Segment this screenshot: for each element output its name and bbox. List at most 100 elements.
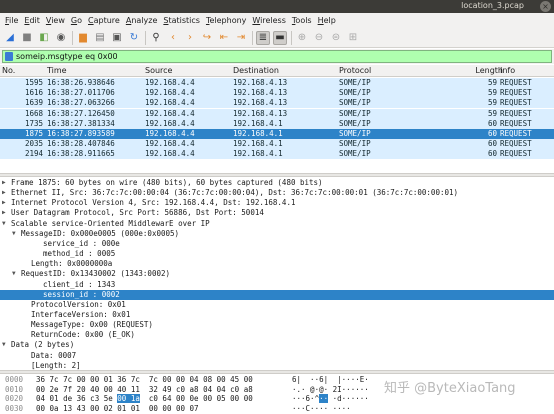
bytes-hex[interactable]: 00 2e 7f 20 40 00 40 11 32 49 c0 a8 04 0… (36, 385, 253, 394)
menu-view[interactable]: View (44, 16, 69, 25)
go-to-packet-icon[interactable]: ↪ (200, 31, 214, 45)
detail-tree-row[interactable]: session_id : 0002 (0, 289, 554, 300)
detail-tree-row[interactable]: method_id : 0005 (0, 249, 554, 259)
zoom-in-icon[interactable]: ⊕ (295, 31, 309, 45)
toolbar-separator (145, 30, 146, 45)
detail-tree-row[interactable]: ▶ Ethernet II, Src: 36:7c:7c:00:00:04 (36… (0, 188, 554, 198)
expand-down-icon[interactable]: ▼ (2, 340, 6, 350)
colorize-icon[interactable]: ▬ (273, 30, 287, 45)
detail-tree-row[interactable]: client_id : 1343 (0, 280, 554, 290)
menu-go[interactable]: Go (69, 16, 86, 25)
menu-wireless[interactable]: Wireless (250, 16, 289, 25)
packet-details-tree[interactable]: ▶ Frame 1875: 60 bytes on wire (480 bits)… (0, 177, 554, 370)
menu-statistics[interactable]: Statistics (161, 16, 204, 25)
restart-capture-icon[interactable]: ◧ (37, 31, 51, 45)
menu-file[interactable]: File (3, 16, 22, 25)
go-forward-icon[interactable]: › (183, 31, 197, 45)
collapse-right-icon[interactable]: ▶ (2, 208, 6, 218)
expand-down-icon[interactable]: ▼ (12, 229, 16, 239)
packet-cell-len: 59 (487, 98, 497, 108)
detail-tree-row[interactable]: ▼ Data (2 bytes) (0, 340, 554, 350)
menu-help[interactable]: Help (316, 16, 340, 25)
bytes-row: 0030 00 0a 13 43 00 02 01 01 00 00 00 07 ·… (0, 404, 554, 413)
detail-tree-row[interactable]: ▶ User Datagram Protocol, Src Port: 56886… (0, 208, 554, 218)
detail-tree-row[interactable]: ▼ MessageID: 0x000e0005 (000e:0x0005) (0, 229, 554, 239)
packet-row[interactable]: 1875 16:38:27.893589 192.168.4.4 192.168.4.… (0, 129, 554, 139)
find-packet-icon[interactable]: ⚲ (149, 31, 163, 45)
packet-cell-info: REQUEST (500, 98, 532, 108)
menu-capture[interactable]: Capture (86, 16, 124, 25)
packet-row[interactable]: 2194 16:38:28.911665 192.168.4.4 192.168.4.… (0, 149, 554, 160)
go-back-icon[interactable]: ‹ (166, 31, 180, 45)
packet-cell-no: 1735 (24, 118, 43, 128)
detail-tree-row[interactable]: ReturnCode: 0x00 (E_OK) (0, 330, 554, 340)
menu-telephony[interactable]: Telephony (204, 16, 250, 25)
display-filter-input[interactable]: someip.msgtype eq 0x00 (2, 50, 552, 63)
packet-row[interactable]: 1616 16:38:27.011706 192.168.4.4 192.168.4.… (0, 88, 554, 99)
bytes-ascii[interactable]: 6| ··6| |····E· (292, 375, 369, 384)
collapse-right-icon[interactable]: ▶ (2, 198, 6, 208)
column-header-source[interactable]: Source (145, 65, 172, 77)
expand-down-icon[interactable]: ▼ (2, 219, 6, 229)
shark-fin-start-icon[interactable]: ◢ (3, 31, 17, 45)
detail-tree-row[interactable]: ProtocolVersion: 0x01 (0, 300, 554, 310)
packet-row[interactable]: 1668 16:38:27.126450 192.168.4.4 192.168.4.… (0, 108, 554, 119)
collapse-right-icon[interactable]: ▶ (2, 178, 6, 188)
detail-tree-label: Scalable service-Oriented MiddlewarE ove… (11, 218, 210, 228)
save-file-icon[interactable]: ▤ (93, 31, 107, 45)
zoom-reset-icon[interactable]: ⊜ (329, 31, 343, 45)
bytes-ascii[interactable]: ···C···· ···· (292, 404, 351, 413)
reload-file-icon[interactable]: ↻ (127, 31, 141, 45)
menu-analyze[interactable]: Analyze (124, 16, 162, 25)
zoom-out-icon[interactable]: ⊖ (312, 31, 326, 45)
close-icon[interactable]: × (540, 1, 551, 12)
bytes-hex[interactable]: 04 01 de 36 c3 5e 00 1a c0 64 00 0e 00 0… (36, 394, 253, 403)
detail-tree-label: client_id : 1343 (43, 279, 116, 289)
detail-tree-row[interactable]: MessageType: 0x00 (REQUEST) (0, 320, 554, 330)
bytes-hex[interactable]: 00 0a 13 43 00 02 01 01 00 00 00 07 (36, 404, 199, 413)
detail-tree-row[interactable]: ▼ RequestID: 0x13430002 (1343:0002) (0, 269, 554, 279)
packet-cell-proto: SOME/IP (339, 108, 371, 118)
menu-bar: File Edit View Go Capture Analyze Statistics Te… (0, 13, 554, 28)
detail-tree-row[interactable]: Data: 0007 (0, 351, 554, 361)
detail-tree-row[interactable]: InterfaceVersion: 0x01 (0, 310, 554, 320)
packet-row[interactable]: 1595 16:38:26.938646 192.168.4.4 192.168.4.… (0, 78, 554, 88)
packet-cell-src: 192.168.4.4 (145, 88, 195, 98)
bytes-ascii-highlight[interactable]: ·· (319, 394, 329, 403)
packet-cell-proto: SOME/IP (339, 78, 371, 87)
menu-tools[interactable]: Tools (290, 16, 316, 25)
packet-row[interactable]: 1735 16:38:27.381334 192.168.4.4 192.168.4.… (0, 118, 554, 129)
display-filter-text[interactable]: someip.msgtype eq 0x00 (16, 51, 118, 63)
menu-edit[interactable]: Edit (22, 16, 44, 25)
detail-tree-row[interactable]: ▶ Internet Protocol Version 4, Src: 192.1… (0, 198, 554, 208)
detail-tree-row[interactable]: Length: 0x0000000a (0, 259, 554, 269)
bookmark-filter-icon[interactable] (5, 52, 13, 61)
capture-options-icon[interactable]: ◉ (54, 31, 68, 45)
close-file-icon[interactable]: ▣ (110, 31, 124, 45)
bytes-ascii[interactable]: ···6·^·· ·d······ (292, 394, 369, 403)
column-header-info[interactable]: Info (500, 65, 515, 77)
column-header-protocol[interactable]: Protocol (339, 65, 371, 77)
packet-row[interactable]: 2035 16:38:28.407846 192.168.4.4 192.168.4.… (0, 139, 554, 150)
first-packet-icon[interactable]: ⇤ (217, 31, 231, 45)
open-file-icon[interactable]: ▆ (76, 31, 90, 45)
stop-capture-icon[interactable]: ■ (20, 31, 34, 45)
last-packet-icon[interactable]: ⇥ (234, 31, 248, 45)
auto-scroll-icon[interactable]: ≣ (256, 30, 270, 45)
resize-columns-icon[interactable]: ⊞ (346, 31, 360, 45)
bytes-ascii[interactable]: ·.· @·@· 2I······ (292, 385, 369, 394)
packet-row[interactable]: 1639 16:38:27.063266 192.168.4.4 192.168.4.… (0, 98, 554, 109)
detail-tree-row[interactable]: service_id : 000e (0, 239, 554, 249)
bytes-hex[interactable]: 36 7c 7c 00 00 01 36 7c 7c 00 00 04 08 0… (36, 375, 253, 384)
expand-down-icon[interactable]: ▼ (12, 269, 16, 279)
column-header-no[interactable]: No. (2, 65, 45, 77)
bytes-hex-highlight[interactable]: 00 1a (117, 394, 140, 403)
column-header-time[interactable]: Time (47, 65, 67, 77)
detail-tree-row[interactable]: ▶ Frame 1875: 60 bytes on wire (480 bits)… (0, 178, 554, 188)
packet-list[interactable]: No. Time Source Destination Protocol Len… (0, 65, 554, 173)
collapse-right-icon[interactable]: ▶ (2, 188, 6, 198)
column-header-destination[interactable]: Destination (233, 65, 279, 77)
column-header-length[interactable]: Length (466, 65, 503, 77)
packet-cell-no: 2194 (24, 149, 43, 159)
detail-tree-row[interactable]: ▼ Scalable service-Oriented MiddlewarE ov… (0, 219, 554, 229)
